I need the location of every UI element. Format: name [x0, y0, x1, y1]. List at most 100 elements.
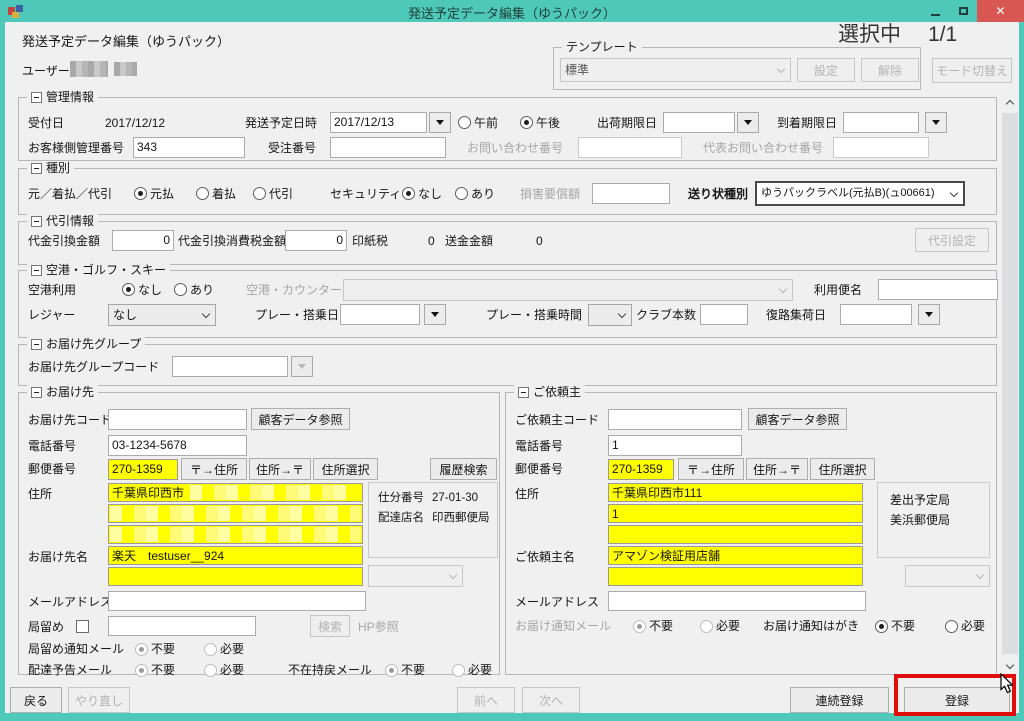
- dropdown-icon: [298, 364, 306, 369]
- recipient-zip-to-addr-button[interactable]: 〒→住所: [181, 458, 247, 480]
- sender-name-line2[interactable]: [608, 567, 863, 586]
- security-yes-radio[interactable]: [455, 187, 468, 200]
- close-button[interactable]: ✕: [977, 0, 1024, 22]
- prepaid-radio[interactable]: [134, 187, 147, 200]
- sender-addr-line2[interactable]: 1: [608, 504, 863, 523]
- scroll-up-button[interactable]: [1002, 95, 1018, 112]
- search-button[interactable]: 検索: [310, 615, 350, 637]
- scrollbar-thumb[interactable]: [1003, 113, 1017, 654]
- collapse-icon[interactable]: [31, 339, 42, 350]
- template-combobox[interactable]: 標準: [560, 58, 791, 82]
- sender-addr-to-zip-button[interactable]: 住所→〒: [746, 458, 808, 480]
- maximize-button[interactable]: [950, 0, 976, 22]
- sender-tel-input[interactable]: 1: [608, 435, 742, 456]
- redo-button[interactable]: やり直し: [68, 687, 130, 713]
- flight-name-input[interactable]: [878, 279, 998, 300]
- sender-email-input[interactable]: [608, 591, 866, 611]
- recipient-customer-ref-button[interactable]: 顧客データ参照: [251, 408, 350, 430]
- group-code-dropdown-button[interactable]: [291, 356, 313, 377]
- collapse-icon[interactable]: [31, 163, 42, 174]
- collapse-icon[interactable]: [31, 92, 42, 103]
- collapse-icon[interactable]: [518, 387, 529, 398]
- sender-zip-input[interactable]: 270-1359: [608, 459, 674, 480]
- back-button[interactable]: 戻る: [10, 687, 62, 713]
- airport-none-radio[interactable]: [122, 283, 135, 296]
- order-no-input[interactable]: [330, 137, 446, 158]
- sender-code-input[interactable]: [608, 409, 742, 430]
- notice-mail-no-radio[interactable]: [633, 620, 646, 633]
- rep-inquiry-no-input[interactable]: [833, 137, 929, 158]
- recipient-code-input[interactable]: [108, 409, 247, 430]
- poste-restante-input[interactable]: [108, 616, 256, 636]
- recipient-zip-input[interactable]: 270-1359: [108, 459, 178, 480]
- notice-card-yes-radio[interactable]: [945, 620, 958, 633]
- recipient-name-line2[interactable]: [108, 567, 363, 586]
- collapse-icon[interactable]: [31, 265, 42, 276]
- minimize-button[interactable]: [922, 0, 948, 22]
- continuous-register-button[interactable]: 連続登録: [790, 687, 889, 713]
- pm-radio[interactable]: [520, 116, 533, 129]
- collapse-icon[interactable]: [31, 387, 42, 398]
- security-none-radio[interactable]: [402, 187, 415, 200]
- recipient-honorific-combobox[interactable]: [368, 565, 463, 587]
- inquiry-no-input[interactable]: [578, 137, 682, 158]
- sender-honorific-combobox[interactable]: [905, 565, 990, 587]
- cod-amount-input[interactable]: 0: [112, 230, 174, 251]
- clubs-input[interactable]: [700, 304, 748, 325]
- remittance-value: 0: [536, 233, 543, 249]
- pr-notice-yes-radio[interactable]: [204, 643, 217, 656]
- recipient-email-input[interactable]: [108, 591, 366, 611]
- ship-deadline-dropdown-button[interactable]: [737, 112, 759, 133]
- sender-addr-line3[interactable]: [608, 525, 863, 544]
- ship-date-input[interactable]: 2017/12/13: [330, 112, 427, 133]
- poste-restante-checkbox[interactable]: [76, 620, 89, 633]
- mode-switch-button[interactable]: モード切替え: [932, 58, 1012, 83]
- cod-setting-button[interactable]: 代引設定: [915, 228, 989, 252]
- ship-date-dropdown-button[interactable]: [429, 112, 451, 133]
- arrival-deadline-input[interactable]: [843, 112, 919, 133]
- return-pickup-dropdown-button[interactable]: [918, 304, 940, 325]
- recipient-name-line1[interactable]: 楽天 testuser__924: [108, 546, 363, 565]
- history-search-button[interactable]: 履歴検索: [430, 458, 497, 480]
- collapse-icon[interactable]: [31, 216, 42, 227]
- leisure-combobox[interactable]: なし: [108, 304, 216, 326]
- template-clear-button[interactable]: 解除: [861, 58, 919, 82]
- user-name-redacted: [114, 62, 137, 76]
- sender-title: ご依頼主: [533, 385, 581, 400]
- absence-return-no-radio[interactable]: [385, 664, 398, 677]
- sender-addr-line1[interactable]: 千葉県印西市111: [608, 483, 863, 502]
- damage-amount-input[interactable]: [592, 183, 670, 204]
- counter-name-combobox[interactable]: [343, 279, 793, 301]
- group-code-input[interactable]: [172, 356, 288, 377]
- recipient-addr-to-zip-button[interactable]: 住所→〒: [249, 458, 311, 480]
- sender-name-line1[interactable]: アマゾン検証用店舗: [608, 546, 863, 565]
- collect-radio[interactable]: [196, 187, 209, 200]
- customer-mgmt-no-input[interactable]: 343: [133, 137, 245, 158]
- recipient-tel-input[interactable]: 03-1234-5678: [108, 435, 247, 456]
- arrival-deadline-dropdown-button[interactable]: [925, 112, 947, 133]
- delivery-notice-yes-radio[interactable]: [204, 664, 217, 677]
- play-date-dropdown-button[interactable]: [424, 304, 446, 325]
- airport-yes-radio[interactable]: [174, 283, 187, 296]
- cod-radio[interactable]: [253, 187, 266, 200]
- absence-return-yes-radio[interactable]: [452, 664, 465, 677]
- scroll-down-button[interactable]: [1002, 656, 1018, 673]
- notice-mail-yes-radio[interactable]: [700, 620, 713, 633]
- prev-button[interactable]: 前へ: [457, 687, 515, 713]
- delivery-notice-no-radio[interactable]: [135, 664, 148, 677]
- sender-addr-select-button[interactable]: 住所選択: [810, 458, 875, 480]
- recipient-addr-select-button[interactable]: 住所選択: [313, 458, 378, 480]
- return-pickup-input[interactable]: [840, 304, 912, 325]
- play-date-input[interactable]: [340, 304, 420, 325]
- template-settings-button[interactable]: 設定: [797, 58, 855, 82]
- sender-customer-ref-button[interactable]: 顧客データ参照: [748, 408, 847, 430]
- sender-zip-to-addr-button[interactable]: 〒→住所: [678, 458, 744, 480]
- invoice-type-combobox[interactable]: ゆうパックラベル(元払B)(ュ00661): [755, 181, 965, 206]
- play-time-combobox[interactable]: [588, 304, 632, 326]
- cod-tax-input[interactable]: 0: [285, 230, 347, 251]
- ship-deadline-input[interactable]: [663, 112, 735, 133]
- notice-card-no-radio[interactable]: [875, 620, 888, 633]
- am-radio[interactable]: [458, 116, 471, 129]
- pr-notice-no-radio[interactable]: [135, 643, 148, 656]
- next-button[interactable]: 次へ: [522, 687, 580, 713]
